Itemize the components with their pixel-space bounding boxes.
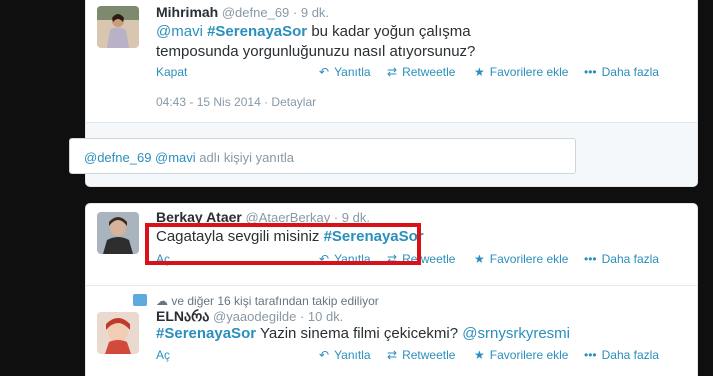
tweet-time[interactable]: · 9 dk. <box>334 210 370 225</box>
user-name[interactable]: ELNარა <box>156 308 209 324</box>
tweet-meta: 04:43 - 15 Nis 2014 · Detaylar <box>156 95 316 109</box>
tweet-header: Berkay Ataer @AtaerBerkay · 9 dk. <box>156 209 370 225</box>
tweet-header: Mihrimah @defne_69 · 9 dk. <box>156 4 329 20</box>
tweet-text-body: Cagatayla sevgili misiniz <box>156 228 324 245</box>
tweet-time[interactable]: · 9 dk. <box>293 5 329 20</box>
reply-placeholder: adlı kişiyi yanıtla <box>195 150 294 165</box>
reply-icon: ↶ <box>319 348 330 362</box>
more-icon: ••• <box>584 65 597 79</box>
user-handle[interactable]: @yaaodegilde <box>213 309 296 324</box>
reply-input[interactable]: @defne_69 @mavi adlı kişiyi yanıtla <box>69 138 576 174</box>
tweet[interactable]: Berkay Ataer @AtaerBerkay · 9 dk. Cagata… <box>85 203 698 293</box>
reply-button[interactable]: ↶ Yanıtla <box>319 348 371 362</box>
close-link[interactable]: Kapat <box>156 65 187 79</box>
more-label: Daha fazla <box>601 252 659 266</box>
followed-by-context[interactable]: ☁ ve diğer 16 kişi tarafından takip edil… <box>156 294 379 308</box>
avatar[interactable] <box>97 6 139 48</box>
mention-link[interactable]: @mavi <box>156 23 203 40</box>
avatar[interactable] <box>97 212 139 254</box>
tweet-text: Cagatayla sevgili misiniz #SerenayaSor <box>156 227 424 247</box>
followed-by-text: ve diğer 16 kişi tarafından takip ediliy… <box>171 294 379 308</box>
reply-label: Yanıtla <box>334 348 371 362</box>
favorite-label: Favorilere ekle <box>489 252 569 266</box>
mention-link[interactable]: @srnysrkyresmi <box>462 325 570 342</box>
avatar[interactable] <box>97 312 139 354</box>
star-icon: ★ <box>474 348 485 362</box>
retweet-label: Retweetle <box>402 348 456 362</box>
star-icon: ★ <box>474 65 485 79</box>
retweet-label: Retweetle <box>402 65 456 79</box>
more-button[interactable]: ••• Daha fazla <box>584 348 659 362</box>
user-handle[interactable]: @defne_69 <box>222 5 289 20</box>
more-button[interactable]: ••• Daha fazla <box>584 65 659 79</box>
cloud-icon: ☁ <box>156 294 168 308</box>
user-name[interactable]: Mihrimah <box>156 4 218 20</box>
favorite-button[interactable]: ★ Favorilere ekle <box>474 348 568 362</box>
favorite-button[interactable]: ★ Favorilere ekle <box>474 65 568 79</box>
reply-button[interactable]: ↶ Yanıtla <box>319 252 371 266</box>
retweet-button[interactable]: ⇄ Retweetle <box>387 65 455 79</box>
reply-mentions: @defne_69 @mavi <box>84 150 196 165</box>
hashtag-link[interactable]: #SerenayaSor <box>156 325 256 342</box>
tweet-header: ELNარა @yaaodegilde · 10 dk. <box>156 308 343 325</box>
reply-button[interactable]: ↶ Yanıtla <box>319 65 371 79</box>
more-label: Daha fazla <box>601 65 659 79</box>
favorite-label: Favorilere ekle <box>489 348 569 362</box>
hashtag-link[interactable]: #SerenayaSor <box>207 23 307 40</box>
more-button[interactable]: ••• Daha fazla <box>584 252 659 266</box>
details-link[interactable]: · Detaylar <box>264 95 316 109</box>
more-icon: ••• <box>584 348 597 362</box>
star-icon: ★ <box>474 252 485 266</box>
retweet-icon: ⇄ <box>387 65 398 79</box>
retweet-icon: ⇄ <box>387 348 398 362</box>
hashtag-link[interactable]: #SerenayaSor <box>324 228 424 245</box>
retweet-button[interactable]: ⇄ Retweetle <box>387 252 455 266</box>
reply-icon: ↶ <box>319 252 330 266</box>
open-link[interactable]: Aç <box>156 348 170 362</box>
reply-label: Yanıtla <box>334 65 371 79</box>
reply-icon: ↶ <box>319 65 330 79</box>
more-icon: ••• <box>584 252 597 266</box>
tweet[interactable]: ☁ ve diğer 16 kişi tarafından takip edil… <box>85 285 698 376</box>
user-name[interactable]: Berkay Ataer <box>156 209 242 225</box>
favorite-button[interactable]: ★ Favorilere ekle <box>474 252 568 266</box>
favorite-label: Favorilere ekle <box>489 65 569 79</box>
user-handle[interactable]: @AtaerBerkay <box>246 210 331 225</box>
tweet-time[interactable]: · 10 dk. <box>300 309 343 324</box>
tweet-text: #SerenayaSor Yazin sinema filmi çekicekm… <box>156 324 570 344</box>
retweet-label: Retweetle <box>402 252 456 266</box>
reply-label: Yanıtla <box>334 252 371 266</box>
retweet-button[interactable]: ⇄ Retweetle <box>387 348 455 362</box>
tweet-text: @mavi #SerenayaSor bu kadar yoğun çalışm… <box>156 22 516 62</box>
tweet-timestamp[interactable]: 04:43 - 15 Nis 2014 <box>156 95 261 109</box>
follow-badge-icon <box>133 294 147 306</box>
tweet-text-body: Yazin sinema filmi çekicekmi? <box>256 325 463 342</box>
more-label: Daha fazla <box>601 348 659 362</box>
tweet-text-body: bu kadar yoğun çalışma temposunda yorgun… <box>156 23 476 60</box>
retweet-icon: ⇄ <box>387 252 398 266</box>
open-link[interactable]: Aç <box>156 252 170 266</box>
